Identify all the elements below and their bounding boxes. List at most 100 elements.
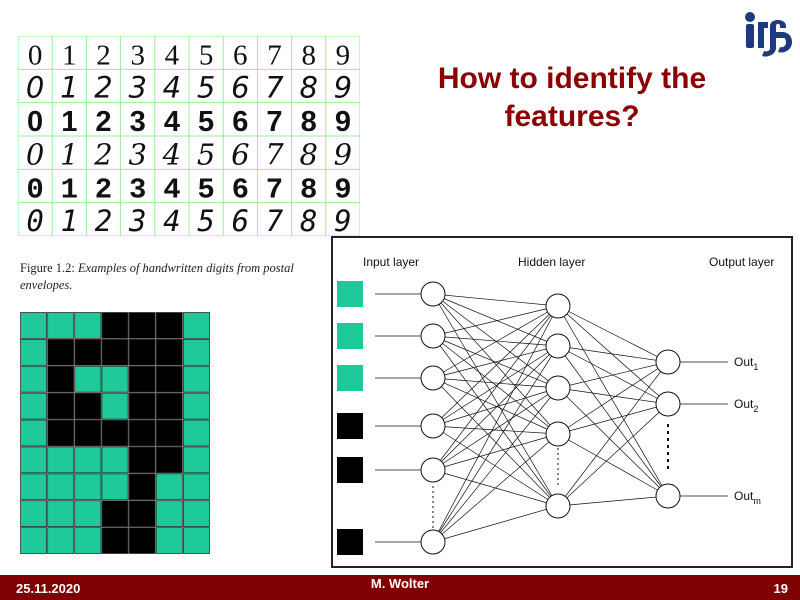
connection xyxy=(557,345,669,497)
pixel-cell xyxy=(128,419,156,447)
pixel-cell xyxy=(47,312,75,339)
pixel-cell xyxy=(101,473,129,501)
digit-glyph: 1 xyxy=(60,137,78,171)
connection xyxy=(432,387,559,427)
output-node xyxy=(655,391,681,417)
connection xyxy=(432,433,559,543)
connection xyxy=(432,305,559,471)
pixel-cell xyxy=(101,527,129,554)
connection xyxy=(557,305,669,497)
pixel-cell xyxy=(47,446,75,474)
pixel-cell xyxy=(101,500,129,528)
digit-glyph: 8 xyxy=(301,39,316,71)
neural-network-diagram: Input layer Hidden layer Output layer Ou… xyxy=(337,255,774,555)
digit-glyph: 7 xyxy=(266,174,283,207)
pixel-cell xyxy=(155,473,183,501)
pixel-cell xyxy=(101,338,129,366)
pixel-cell xyxy=(101,419,129,447)
pixel-cell xyxy=(128,312,156,339)
digit-glyph: 5 xyxy=(198,106,214,138)
digit-glyph: 7 xyxy=(266,106,282,138)
input-pixel xyxy=(337,281,363,307)
digit-glyph: 1 xyxy=(61,174,78,207)
input-node xyxy=(420,281,446,307)
connection xyxy=(557,495,669,507)
digit-glyph: 2 xyxy=(95,174,112,207)
digit-glyph: 4 xyxy=(164,106,180,138)
digit-glyph: 6 xyxy=(233,39,248,71)
connection xyxy=(432,505,559,543)
connection xyxy=(432,293,559,307)
digit-glyph: 4 xyxy=(163,71,181,105)
digit-glyph: 2 xyxy=(94,71,112,105)
digit-glyph: 4 xyxy=(165,39,180,71)
slide: How to identify the features? 0123456789… xyxy=(0,0,800,600)
digit-glyph: 0 xyxy=(26,137,44,171)
pixel-cell xyxy=(20,338,48,366)
digit-glyph: 0 xyxy=(28,39,42,71)
digit-glyph: 8 xyxy=(299,71,317,105)
digit-glyph: 6 xyxy=(231,137,249,171)
connection xyxy=(557,345,669,363)
pixel-cell xyxy=(128,500,156,528)
pixel-cell xyxy=(128,527,156,554)
digit-glyph: 7 xyxy=(266,204,284,236)
input-node xyxy=(420,457,446,483)
pixel-cell xyxy=(155,365,183,393)
digit-glyph: 0 xyxy=(26,71,44,105)
pixel-cell xyxy=(182,446,210,474)
handwritten-digits-image: 0 1 2 3 4 5 6 7 8 90 1 2 3 4 5 6 7 8 90 1 2 3 4 5 6 7 8 90 1 2 3 4 5 6 7 8 9… xyxy=(18,36,360,236)
output-node xyxy=(655,349,681,375)
connection xyxy=(432,293,559,347)
digit-glyph: 9 xyxy=(335,106,351,138)
footer-author: M. Wolter xyxy=(370,576,430,591)
digit-glyph: 9 xyxy=(334,174,351,207)
connection xyxy=(432,305,559,337)
digit-glyph: 9 xyxy=(334,137,352,171)
pixel-cell xyxy=(20,312,48,339)
digit-glyph: 8 xyxy=(301,106,317,138)
pixel-cell xyxy=(155,312,183,339)
slide-title: How to identify the features? xyxy=(437,62,707,133)
digit-glyph: 2 xyxy=(96,39,111,71)
pixel-cell xyxy=(182,365,210,393)
caption-figure-number: Figure 1.2: xyxy=(20,261,75,275)
input-pixel xyxy=(337,529,363,555)
pixel-cell xyxy=(128,365,156,393)
pixel-cell xyxy=(47,527,75,554)
pixel-cell xyxy=(20,473,48,501)
input-pixel xyxy=(337,457,363,483)
pixel-cell xyxy=(128,338,156,366)
digit-glyph: 7 xyxy=(265,137,284,171)
pixel-cell xyxy=(74,312,102,339)
digit-glyph: 8 xyxy=(300,174,317,207)
pixel-cell xyxy=(20,365,48,393)
pixel-cell xyxy=(182,392,210,420)
digit-glyph: 1 xyxy=(61,204,78,236)
digit-glyph: 1 xyxy=(62,39,77,71)
digit-glyph: 5 xyxy=(197,204,214,236)
connection xyxy=(432,387,559,543)
pixel-cell xyxy=(74,392,102,420)
hidden-node xyxy=(545,375,571,401)
footer-page-number: 19 xyxy=(773,581,788,596)
output-label: Out1 xyxy=(734,355,758,372)
pixel-cell xyxy=(101,365,129,393)
digit-glyph: 5 xyxy=(197,71,215,105)
connection xyxy=(557,361,669,507)
input-pixel xyxy=(337,323,363,349)
hidden-node xyxy=(545,293,571,319)
digit-glyph: 2 xyxy=(95,204,112,236)
pixel-cell xyxy=(74,419,102,447)
pixel-cell xyxy=(74,500,102,528)
digit-pixel-grid xyxy=(20,312,210,554)
pixel-cell xyxy=(20,419,48,447)
connection xyxy=(432,345,559,427)
pixel-cell xyxy=(20,446,48,474)
output-label: Outm xyxy=(734,489,761,506)
digit-glyph: 6 xyxy=(231,71,249,105)
pixel-cell xyxy=(155,419,183,447)
pixel-cell xyxy=(20,500,48,528)
input-node xyxy=(420,413,446,439)
digit-glyph: 7 xyxy=(265,71,284,105)
